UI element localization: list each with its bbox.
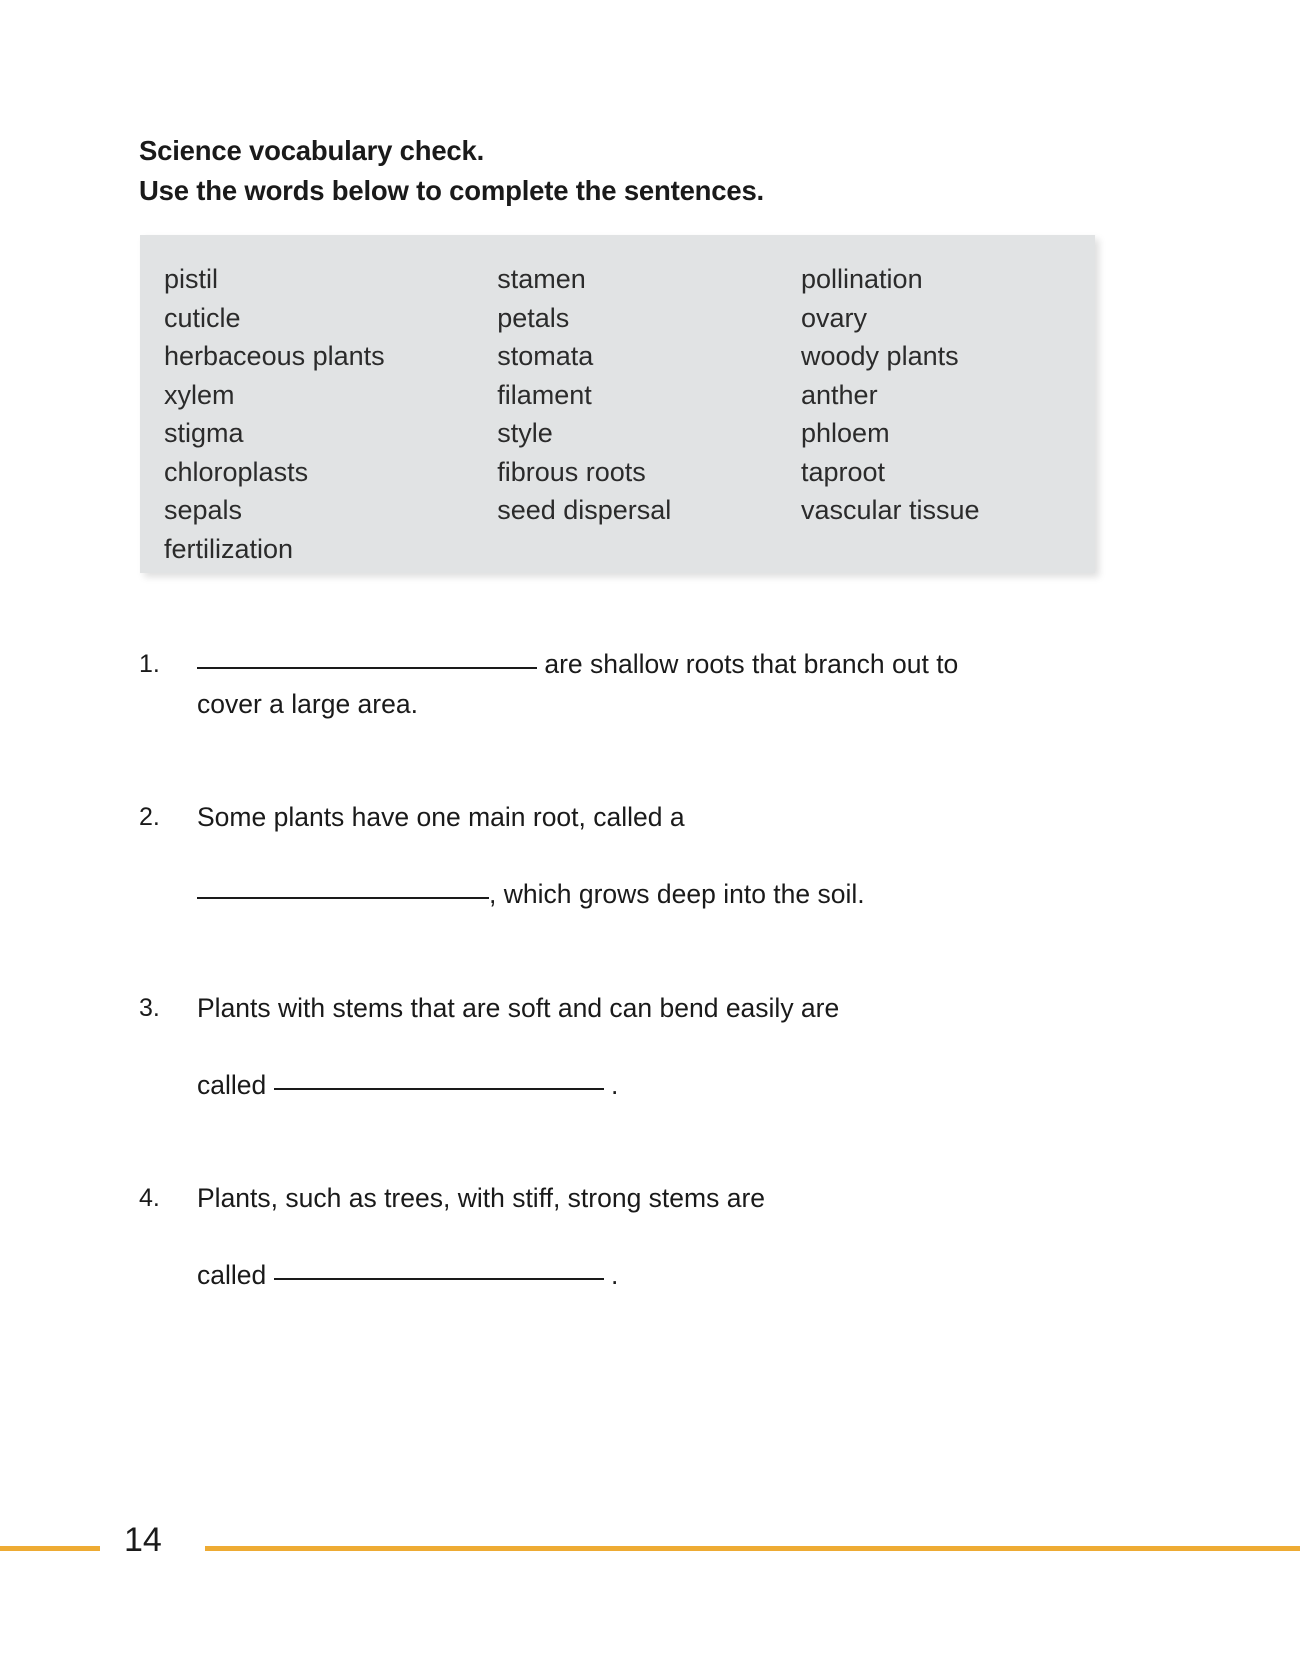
question-number-3: 3. — [139, 994, 160, 1022]
question-number-1: 1. — [139, 650, 160, 678]
question-4-text-after: . — [603, 1260, 619, 1290]
worksheet-page: Science vocabulary check. Use the words … — [0, 0, 1300, 1654]
word-bank-item: herbaceous plants — [164, 341, 385, 371]
heading-line-2: Use the words below to complete the sent… — [139, 175, 764, 206]
word-bank-item: anther — [801, 379, 878, 410]
question-4-line-1: Plants, such as trees, with stiff, stron… — [197, 1183, 766, 1213]
question-3-text-before: called — [197, 1070, 274, 1100]
word-bank-item: petals — [497, 302, 570, 333]
page-number: 14 — [124, 1521, 162, 1559]
question-1: are shallow roots that branch out to cov… — [197, 644, 1097, 724]
page-footer: 14 — [0, 1496, 1300, 1566]
word-bank-item: taproot — [801, 456, 886, 487]
word-bank-box: pistil cuticle herbaceous plants xylem s… — [140, 235, 1095, 573]
answer-blank-2[interactable] — [197, 897, 489, 899]
answer-blank-1[interactable] — [197, 667, 537, 669]
question-4-text-before: called — [197, 1260, 274, 1290]
word-bank-item: phloem — [801, 418, 890, 448]
question-3-line-2: called . — [197, 1065, 1097, 1105]
question-3: Plants with stems that are soft and can … — [197, 988, 1097, 1105]
word-bank-item: cuticle — [164, 302, 241, 333]
answer-blank-3[interactable] — [273, 1088, 604, 1090]
word-bank-item: filament — [497, 379, 592, 410]
word-bank-item: chloroplasts — [164, 456, 309, 487]
question-number-4: 4. — [139, 1184, 160, 1212]
question-2-line-1: Some plants have one main root, called a — [197, 802, 685, 832]
footer-rule-left — [0, 1546, 100, 1551]
word-bank-item: fibrous roots — [497, 456, 646, 487]
word-bank-item: vascular tissue — [801, 495, 980, 525]
question-4: Plants, such as trees, with stiff, stron… — [197, 1178, 1097, 1295]
word-bank-item: stigma — [164, 418, 244, 448]
answer-blank-4[interactable] — [273, 1278, 604, 1280]
word-bank-item: stomata — [497, 341, 594, 371]
question-2: Some plants have one main root, called a… — [197, 797, 1097, 914]
word-bank-item: xylem — [164, 379, 235, 410]
question-1-text-after: are shallow roots that branch out to — [537, 649, 959, 679]
word-bank-item: pollination — [801, 264, 923, 294]
word-bank-column-2: stamen petals stomata filament style fib… — [497, 260, 801, 568]
word-bank-item: pistil — [164, 264, 219, 294]
word-bank-item: woody plants — [801, 341, 959, 371]
page-heading: Science vocabulary check. Use the words … — [139, 131, 1039, 211]
word-bank-item: ovary — [801, 302, 868, 333]
word-bank-column-3: pollination ovary woody plants anther ph… — [801, 260, 1095, 568]
word-bank-item: seed dispersal — [497, 495, 672, 525]
word-bank-item: fertilization — [164, 533, 294, 564]
question-3-text-after: . — [603, 1070, 619, 1100]
question-1-line-2: cover a large area. — [197, 689, 418, 719]
footer-rule-right — [205, 1546, 1300, 1551]
question-2-text-after: , which grows deep into the soil. — [489, 879, 865, 909]
word-bank-item: style — [497, 418, 553, 448]
word-bank-columns: pistil cuticle herbaceous plants xylem s… — [164, 260, 1095, 568]
question-2-line-2: , which grows deep into the soil. — [197, 874, 1097, 914]
word-bank-column-1: pistil cuticle herbaceous plants xylem s… — [164, 260, 497, 568]
question-1-line-1: are shallow roots that branch out to — [197, 644, 1097, 684]
question-number-2: 2. — [139, 803, 160, 831]
word-bank-item: sepals — [164, 495, 243, 525]
question-3-line-1: Plants with stems that are soft and can … — [197, 993, 840, 1023]
word-bank-item: stamen — [497, 264, 586, 294]
question-4-line-2: called . — [197, 1255, 1097, 1295]
heading-line-1: Science vocabulary check. — [139, 135, 485, 166]
